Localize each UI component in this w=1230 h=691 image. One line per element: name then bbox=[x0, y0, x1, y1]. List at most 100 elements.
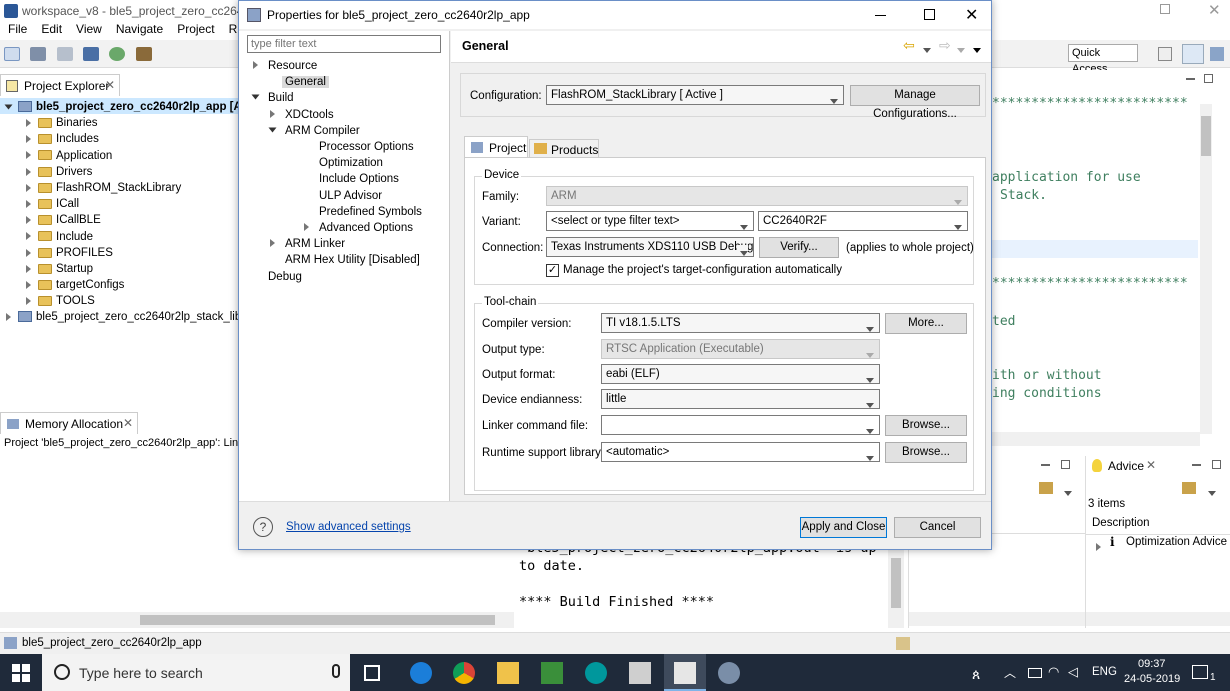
cancel-button[interactable]: Cancel bbox=[894, 517, 981, 538]
collapsed-arrow-icon[interactable] bbox=[270, 239, 275, 248]
menu-navigate[interactable]: Navigate bbox=[116, 22, 163, 36]
minimize-icon[interactable] bbox=[875, 15, 886, 16]
collapsed-arrow-icon[interactable] bbox=[26, 248, 31, 257]
wifi-icon[interactable]: ◠ bbox=[1048, 664, 1059, 680]
close-tab-icon[interactable]: ✕ bbox=[123, 416, 133, 430]
volume-icon[interactable]: ◁ bbox=[1068, 664, 1078, 680]
variant-filter-combo[interactable]: <select or type filter text> bbox=[546, 211, 754, 231]
more-button[interactable]: More... bbox=[885, 313, 967, 334]
nav-item[interactable]: Include Options bbox=[304, 170, 399, 186]
collapsed-arrow-icon[interactable] bbox=[6, 312, 11, 321]
tool-icon[interactable] bbox=[718, 662, 740, 684]
tab-project[interactable]: Project bbox=[464, 136, 528, 158]
tree-item[interactable]: ble5_project_zero_cc2640r2lp_app [Act bbox=[0, 98, 252, 114]
endianness-select[interactable]: little bbox=[601, 389, 880, 409]
scrollbar-thumb[interactable] bbox=[140, 615, 495, 625]
scrollbar-thumb[interactable] bbox=[1201, 116, 1211, 156]
collapsed-arrow-icon[interactable] bbox=[26, 297, 31, 306]
memory-allocation-tab[interactable]: Memory Allocation ✕ bbox=[0, 412, 138, 434]
maximize-icon[interactable] bbox=[924, 9, 935, 20]
task-view-icon[interactable] bbox=[364, 665, 380, 681]
minimize-icon[interactable] bbox=[1192, 464, 1201, 466]
expanded-arrow-icon[interactable] bbox=[268, 127, 277, 133]
collapsed-arrow-icon[interactable] bbox=[26, 281, 31, 290]
advice-item[interactable]: Optimization Advice bbox=[1126, 536, 1227, 548]
minimize-icon[interactable] bbox=[1041, 464, 1050, 466]
collapsed-arrow-icon[interactable] bbox=[26, 151, 31, 160]
view-menu-icon[interactable] bbox=[973, 43, 981, 57]
forward-arrow-icon[interactable]: ⇨ bbox=[939, 37, 951, 54]
debug-icon[interactable] bbox=[83, 47, 100, 61]
minimize-icon[interactable] bbox=[1186, 78, 1195, 80]
advice-tab-label[interactable]: Advice bbox=[1108, 459, 1144, 473]
collapsed-arrow-icon[interactable] bbox=[26, 200, 31, 209]
edge-icon[interactable] bbox=[410, 662, 432, 684]
expanded-arrow-icon[interactable] bbox=[4, 104, 13, 110]
filter-icon[interactable] bbox=[1182, 482, 1196, 494]
output-format-select[interactable]: eabi (ELF) bbox=[601, 364, 880, 384]
tray-chevron-icon[interactable]: ︿ bbox=[1004, 664, 1016, 681]
nav-item[interactable]: ARM Hex Utility [Disabled] bbox=[270, 251, 420, 267]
close-icon[interactable]: ✕ bbox=[965, 5, 978, 25]
windows-start-icon[interactable] bbox=[12, 664, 30, 682]
forward-menu-icon[interactable] bbox=[957, 43, 965, 57]
tree-item[interactable]: Binaries bbox=[26, 114, 98, 130]
back-menu-icon[interactable] bbox=[923, 43, 931, 57]
file-explorer-icon[interactable] bbox=[497, 662, 519, 684]
connection-select[interactable]: Texas Instruments XDS110 USB Debug P bbox=[546, 237, 754, 257]
arduino-icon[interactable] bbox=[585, 662, 607, 684]
nav-item[interactable]: Optimization bbox=[304, 154, 383, 170]
collapsed-arrow-icon[interactable] bbox=[26, 216, 31, 225]
show-advanced-link[interactable]: Show advanced settings bbox=[286, 521, 411, 533]
tree-item[interactable]: ICall bbox=[26, 195, 79, 211]
expand-icon[interactable] bbox=[1096, 539, 1101, 553]
tree-item[interactable]: Drivers bbox=[26, 163, 92, 179]
tree-item[interactable]: Application bbox=[26, 147, 112, 163]
editor-horizontal-scrollbar[interactable] bbox=[992, 432, 1200, 446]
filter-icon[interactable] bbox=[1039, 482, 1053, 494]
console-vertical-scrollbar[interactable] bbox=[888, 538, 904, 628]
view-menu-icon[interactable] bbox=[1208, 486, 1216, 500]
close-tab-icon[interactable]: ✕ bbox=[1146, 458, 1156, 472]
maximize-icon[interactable] bbox=[1212, 460, 1221, 469]
browse-runtime-button[interactable]: Browse... bbox=[885, 442, 967, 463]
clock-time[interactable]: 09:37 bbox=[1138, 658, 1166, 670]
ccs-edit-perspective-icon[interactable] bbox=[1182, 44, 1204, 64]
nav-item[interactable]: Build bbox=[251, 89, 294, 105]
collapsed-arrow-icon[interactable] bbox=[304, 223, 309, 231]
menu-file[interactable]: File bbox=[8, 22, 27, 36]
menu-edit[interactable]: Edit bbox=[41, 22, 62, 36]
new-icon[interactable] bbox=[4, 47, 20, 61]
scrollbar-thumb[interactable] bbox=[891, 558, 901, 608]
menu-view[interactable]: View bbox=[76, 22, 102, 36]
save-icon[interactable] bbox=[30, 47, 47, 61]
nav-item[interactable]: XDCtools bbox=[270, 106, 334, 122]
nav-item[interactable]: Resource bbox=[253, 57, 317, 73]
debug-perspective-icon[interactable] bbox=[1210, 47, 1224, 61]
collapsed-arrow-icon[interactable] bbox=[26, 232, 31, 241]
collapsed-arrow-icon[interactable] bbox=[26, 183, 31, 192]
horizontal-scrollbar[interactable] bbox=[909, 612, 1086, 626]
restore-icon[interactable] bbox=[1160, 4, 1170, 14]
nav-item[interactable]: ULP Advisor bbox=[304, 187, 382, 203]
nav-item[interactable]: General bbox=[270, 73, 329, 89]
menu-project[interactable]: Project bbox=[177, 22, 214, 36]
collapsed-arrow-icon[interactable] bbox=[26, 167, 31, 176]
apply-and-close-button[interactable]: Apply and Close bbox=[800, 517, 887, 538]
nav-item[interactable]: Debug bbox=[253, 268, 302, 284]
notification-icon[interactable] bbox=[1192, 665, 1208, 679]
tree-item[interactable]: Includes bbox=[26, 130, 99, 146]
nav-item[interactable]: Advanced Options bbox=[304, 219, 413, 235]
browse-linker-button[interactable]: Browse... bbox=[885, 415, 967, 436]
tree-item[interactable]: Startup bbox=[26, 260, 93, 276]
collapsed-arrow-icon[interactable] bbox=[26, 135, 31, 144]
tree-item[interactable]: TOOLS bbox=[26, 292, 95, 308]
collapsed-arrow-icon[interactable] bbox=[253, 61, 258, 69]
variant-select[interactable]: CC2640R2F bbox=[758, 211, 968, 231]
tree-item[interactable]: ICallBLE bbox=[26, 211, 101, 227]
language-indicator[interactable]: ENG bbox=[1092, 666, 1117, 678]
taskbar-search-box[interactable]: Type here to search bbox=[42, 654, 350, 691]
tree-item[interactable]: targetConfigs bbox=[26, 276, 124, 292]
help-icon[interactable]: ? bbox=[253, 517, 273, 537]
chrome-icon[interactable] bbox=[453, 662, 475, 684]
